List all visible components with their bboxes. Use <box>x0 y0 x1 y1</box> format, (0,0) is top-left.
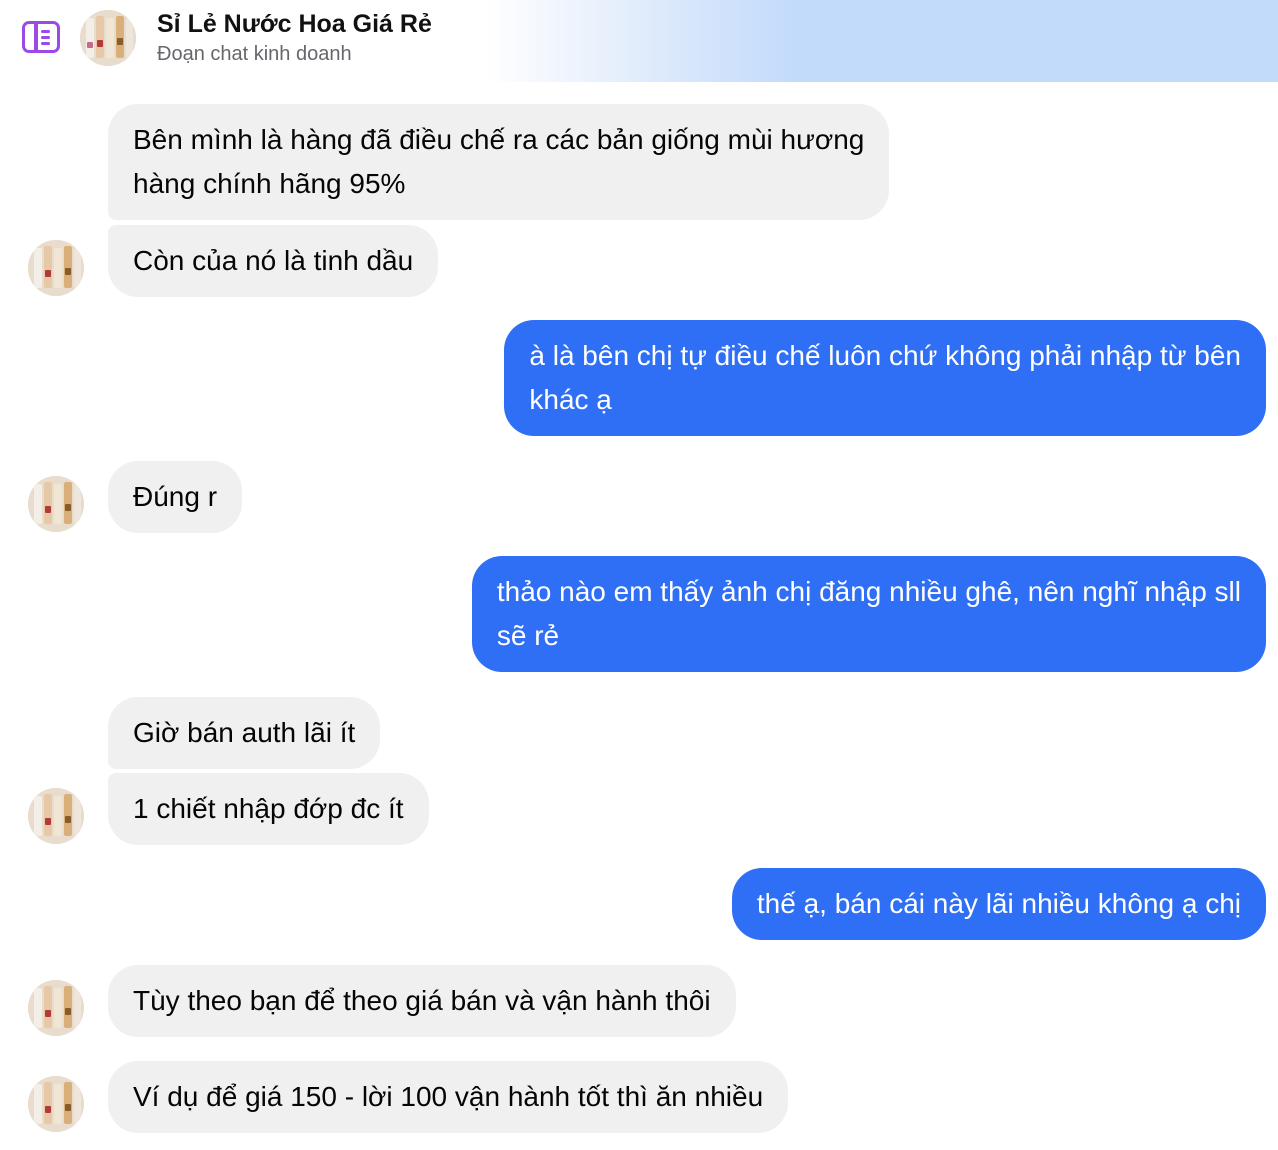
message-outgoing[interactable]: thế ạ, bán cái này lãi nhiều không ạ chị <box>731 868 1266 940</box>
avatar[interactable] <box>28 240 84 296</box>
message-text: hàng chính hãng 95% <box>133 168 406 199</box>
message-text: Ví dụ để giá 150 - lời 100 vận hành tốt … <box>133 1081 764 1112</box>
avatar[interactable] <box>80 10 136 66</box>
message-text: Giờ bán auth lãi ít <box>133 717 356 748</box>
message-text: khác ạ <box>529 384 612 415</box>
message-text: thế ạ, bán cái này lãi nhiều không ạ chị <box>756 888 1241 919</box>
message-incoming[interactable]: Ví dụ để giá 150 - lời 100 vận hành tốt … <box>108 1061 789 1133</box>
message-text: Còn của nó là tinh dầu <box>133 245 414 276</box>
chat-header: Sỉ Lẻ Nước Hoa Giá Rẻ Đoạn chat kinh doa… <box>0 0 1278 82</box>
avatar[interactable] <box>28 788 84 844</box>
message-text: à là bên chị tự điều chế luôn chứ không … <box>529 340 1241 371</box>
message-text: sẽ rẻ <box>496 620 560 651</box>
message-incoming[interactable]: Giờ bán auth lãi ít <box>108 697 381 769</box>
message-incoming[interactable]: Đúng r <box>108 461 243 533</box>
message-outgoing[interactable]: à là bên chị tự điều chế luôn chứ không … <box>504 320 1266 436</box>
message-text: Tùy theo bạn để theo giá bán và vận hành… <box>133 985 711 1016</box>
avatar[interactable] <box>28 476 84 532</box>
avatar[interactable] <box>28 1076 84 1132</box>
message-outgoing[interactable]: thảo nào em thấy ảnh chị đăng nhiều ghê,… <box>471 556 1266 672</box>
message-text: Đúng r <box>133 481 218 512</box>
message-incoming[interactable]: Còn của nó là tinh dầu <box>108 225 439 297</box>
message-text: Bên mình là hàng đã điều chế ra các bản … <box>133 124 865 155</box>
page-subtitle: Đoạn chat kinh doanh <box>157 43 352 65</box>
page-title: Sỉ Lẻ Nước Hoa Giá Rẻ <box>157 10 432 38</box>
avatar[interactable] <box>28 980 84 1036</box>
message-incoming[interactable]: Bên mình là hàng đã điều chế ra các bản … <box>108 104 890 220</box>
message-text: thảo nào em thấy ảnh chị đăng nhiều ghê,… <box>496 576 1241 607</box>
message-incoming[interactable]: Tùy theo bạn để theo giá bán và vận hành… <box>108 965 736 1037</box>
message-incoming[interactable]: 1 chiết nhập đớp đc ít <box>108 773 429 845</box>
sidebar-toggle-icon[interactable] <box>22 21 60 53</box>
message-text: 1 chiết nhập đớp đc ít <box>133 793 404 824</box>
